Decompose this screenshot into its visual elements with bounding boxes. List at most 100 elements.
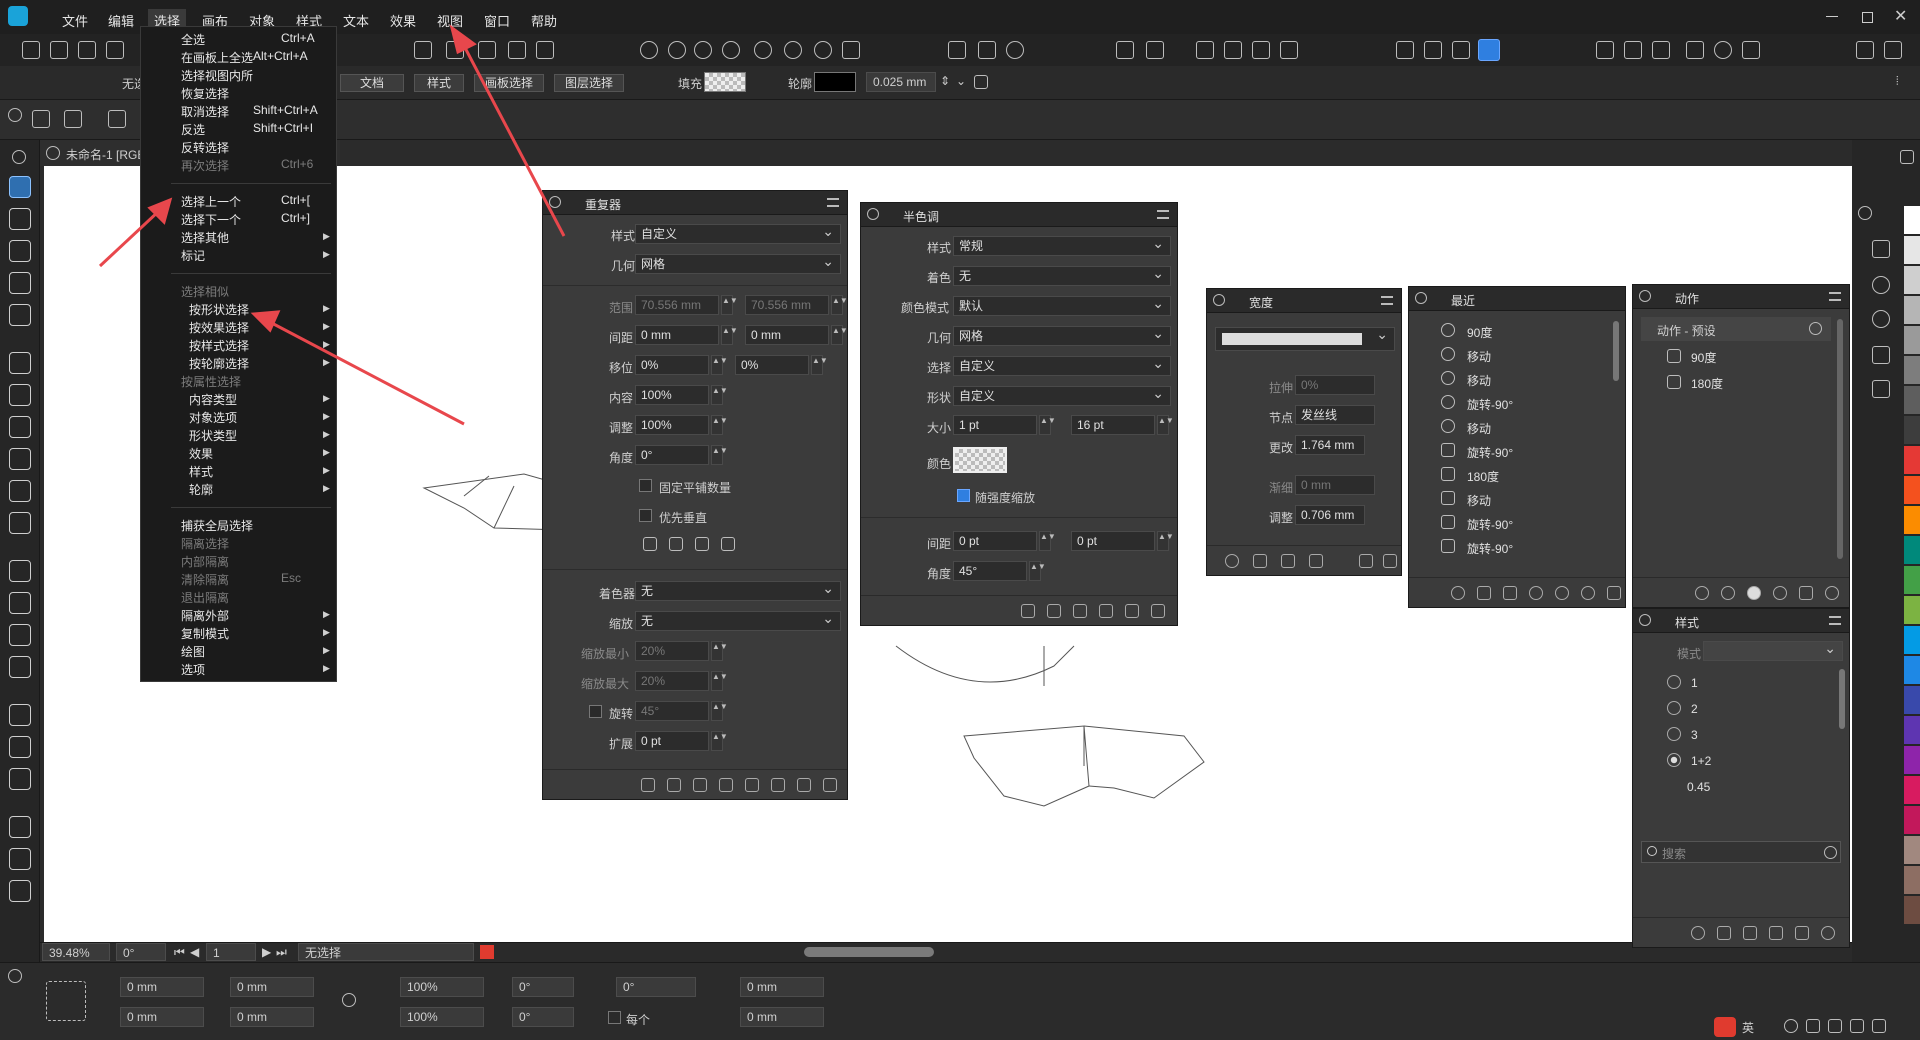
shuffle-icon[interactable]	[1099, 604, 1113, 618]
palette-swatch[interactable]	[1904, 356, 1920, 384]
microphone-icon[interactable]	[1806, 1019, 1820, 1033]
sprayer-tool[interactable]	[9, 768, 31, 790]
dock-close-icon[interactable]	[1858, 206, 1872, 220]
check-icon[interactable]	[1691, 926, 1705, 940]
wave-icon[interactable]	[1309, 554, 1323, 568]
boolean-union-icon[interactable]	[640, 41, 658, 59]
spacing-b-spinner[interactable]: ▲▼	[831, 325, 848, 345]
distance-b-field[interactable]: 0 mm	[740, 1007, 824, 1027]
recent-item[interactable]: 旋转-90°	[1467, 444, 1513, 461]
recent-scrollbar[interactable]	[1613, 321, 1619, 381]
selection-status[interactable]: 无选择	[298, 943, 474, 961]
play-icon[interactable]	[1451, 586, 1465, 600]
menu-item[interactable]: 反选	[181, 121, 205, 138]
adjust-field[interactable]: 0.706 mm	[1295, 505, 1365, 525]
action-item[interactable]: 90度	[1691, 349, 1716, 366]
palette-swatch[interactable]	[1904, 296, 1920, 324]
palette-swatch[interactable]	[1904, 236, 1920, 264]
artboard-select-button[interactable]: 画板选择	[474, 74, 544, 92]
brush-settings-icon[interactable]	[1742, 41, 1760, 59]
palette-swatch[interactable]	[1904, 206, 1920, 234]
zoom-field[interactable]: 39.48%	[42, 943, 110, 961]
palette-swatch[interactable]	[1904, 626, 1920, 654]
prev-page-icon[interactable]: ◀	[190, 945, 199, 959]
range-b-field[interactable]: 70.556 mm	[745, 295, 829, 315]
mirror-up-icon[interactable]	[695, 537, 709, 551]
scale-min-spinner[interactable]: ▲▼	[711, 641, 728, 661]
zoom-tool[interactable]	[9, 880, 31, 902]
menu-item[interactable]: 恢复选择	[181, 85, 229, 102]
mirror-left-icon[interactable]	[643, 537, 657, 551]
magic-wand-icon[interactable]	[108, 110, 126, 128]
style-radio[interactable]	[1667, 701, 1681, 715]
record-icon[interactable]	[1747, 586, 1761, 600]
export-icon[interactable]	[1769, 926, 1783, 940]
open-document-icon[interactable]	[50, 41, 68, 59]
angle-spinner[interactable]: ▲▼	[711, 445, 728, 465]
offset-b-spinner[interactable]: ▲▼	[811, 355, 828, 375]
last-page-icon[interactable]: ⏭	[276, 945, 287, 960]
change-field[interactable]: 1.764 mm	[1295, 435, 1365, 455]
rect-icon[interactable]	[1359, 554, 1373, 568]
close-icon[interactable]	[549, 196, 561, 208]
trash-icon[interactable]	[1151, 604, 1165, 618]
palette-swatch[interactable]	[1904, 476, 1920, 504]
distance-a-field[interactable]: 0 mm	[740, 977, 824, 997]
menu-item[interactable]: 捕获全局选择	[181, 517, 253, 534]
page-field[interactable]: 1	[206, 943, 256, 961]
view-color-icon[interactable]	[1478, 39, 1500, 61]
color-mode-dropdown[interactable]: 默认	[953, 294, 1171, 316]
sliders-icon[interactable]	[667, 778, 681, 792]
style-radio[interactable]	[1667, 675, 1681, 689]
first-page-icon[interactable]: ⏮	[174, 945, 185, 960]
alert-icon[interactable]	[480, 945, 494, 959]
skin-icon[interactable]	[1850, 1019, 1864, 1033]
rotation-field[interactable]: 0°	[116, 943, 166, 961]
view-pattern-icon[interactable]	[1452, 41, 1470, 59]
palette-swatch[interactable]	[1904, 716, 1920, 744]
expand-spinner[interactable]: ▲▼	[711, 731, 728, 751]
stroke-width-field[interactable]: 0.025 mm	[866, 72, 936, 92]
transform-box-icon[interactable]	[1652, 41, 1670, 59]
minimize-button[interactable]	[1826, 16, 1838, 17]
shuffle-icon[interactable]	[745, 778, 759, 792]
menu-item[interactable]: 复制模式	[181, 625, 229, 642]
restore-button[interactable]	[1862, 12, 1873, 23]
menu-item[interactable]: 隔离外部	[181, 607, 229, 624]
size-b-field[interactable]: 16 pt	[1071, 415, 1155, 435]
align-left-icon[interactable]	[1196, 41, 1214, 59]
x-field[interactable]: 0 mm	[120, 977, 204, 997]
document-button[interactable]: 文档	[340, 74, 404, 92]
group-icon[interactable]	[478, 41, 496, 59]
panel-menu-icon[interactable]	[1381, 296, 1393, 305]
horizontal-scrollbar[interactable]	[804, 947, 934, 957]
stop-icon[interactable]	[1773, 586, 1787, 600]
shear-field[interactable]: 0°	[512, 1007, 574, 1027]
palette-swatch[interactable]	[1904, 896, 1920, 924]
edit-icon[interactable]	[1717, 926, 1731, 940]
panel-menu-icon[interactable]	[827, 198, 839, 207]
path-icon[interactable]	[948, 41, 966, 59]
spacing-a-field[interactable]: 0 mm	[635, 325, 719, 345]
close-icon[interactable]	[1639, 290, 1651, 302]
node-field[interactable]: 发丝线	[1295, 405, 1375, 425]
style-item[interactable]: 1+2	[1691, 754, 1711, 768]
menu-item[interactable]: 全选	[181, 31, 205, 48]
rotate-spinner[interactable]: ▲▼	[711, 701, 728, 721]
action-item[interactable]: 180度	[1691, 375, 1723, 392]
style-item[interactable]: 2	[1691, 702, 1698, 716]
close-icon[interactable]	[1639, 614, 1651, 626]
menu-item[interactable]: 在画板上全选	[181, 49, 253, 66]
anchor-grid-icon[interactable]	[46, 981, 86, 1021]
tint-dropdown[interactable]: 无	[635, 579, 841, 601]
range-b-spinner[interactable]: ▲▼	[831, 295, 848, 315]
crop-icon[interactable]	[842, 41, 860, 59]
eyedropper-tool[interactable]	[9, 816, 31, 838]
stroke-options-icon[interactable]: ⌄	[956, 74, 966, 88]
menu-text[interactable]: 文本	[337, 9, 375, 32]
flip-horizontal-icon[interactable]	[414, 41, 432, 59]
toolbox-icon[interactable]	[1872, 1019, 1886, 1033]
menu-item[interactable]: 按效果选择	[189, 319, 249, 336]
node-icon[interactable]	[978, 41, 996, 59]
stroke-width-spinner[interactable]: ⇕	[940, 74, 950, 88]
